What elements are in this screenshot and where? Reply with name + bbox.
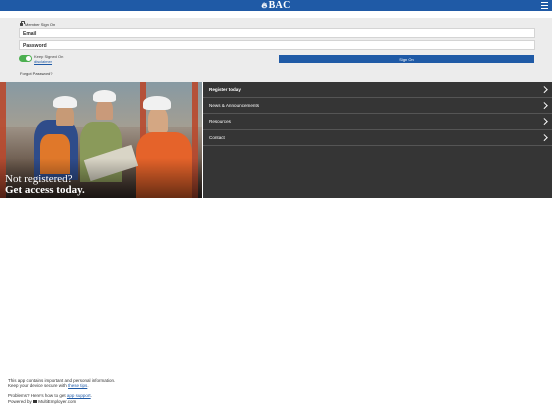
hero-image[interactable]: Not registered? Get access today. [0, 82, 202, 198]
password-placeholder: Password [23, 43, 47, 49]
chevron-right-icon [542, 86, 548, 94]
bac-logo[interactable]: 🔥︎ BAC [261, 0, 290, 11]
logo-text: BAC [268, 0, 291, 11]
hard-hat [53, 96, 77, 108]
footer-text: . [87, 383, 89, 389]
nav-item-label: News & Announcements [209, 103, 260, 108]
footer-text: . [90, 393, 92, 399]
toggle-knob [25, 55, 32, 62]
sign-in-header: Member Sign On [20, 21, 56, 27]
hero-line-2: Get access today. [5, 184, 85, 196]
nav-item-news[interactable]: News & Announcements [203, 98, 552, 114]
sign-on-button[interactable]: Sign On [279, 55, 534, 63]
nav-item-register[interactable]: Register today [203, 82, 552, 98]
powered-by-brand[interactable]: MultiEmployer.com [38, 399, 76, 404]
powered-by: Powered by MultiEmployer.com [8, 399, 115, 404]
hard-hat [93, 90, 116, 102]
nav-item-label: Register today [209, 87, 241, 92]
nav-item-contact[interactable]: Contact [203, 130, 552, 146]
disclaimer-link[interactable]: disclaimer [34, 59, 63, 65]
nav-item-resources[interactable]: Resources [203, 114, 552, 130]
forgot-password-link[interactable]: Forgot Password? [20, 71, 52, 76]
multiemployer-icon [33, 399, 38, 404]
hamburger-menu-button[interactable] [541, 2, 548, 9]
password-field[interactable]: Password [19, 40, 535, 50]
lock-icon [20, 21, 25, 26]
hamburger-icon-line [541, 4, 548, 7]
keep-signed-on-toggle[interactable] [19, 55, 32, 62]
footer-text: Keep your device secure with [8, 383, 67, 389]
email-placeholder: Email [23, 31, 37, 37]
nav-item-label: Resources [209, 119, 231, 124]
chevron-right-icon [542, 102, 548, 110]
email-field[interactable]: Email [19, 28, 535, 38]
nav-item-label: Contact [209, 135, 225, 140]
footer: This app contains important and personal… [8, 378, 115, 404]
chevron-right-icon [542, 134, 548, 142]
torch-icon: 🔥︎ [261, 0, 268, 10]
sign-in-panel: Member Sign On Email Password Keep Signe… [0, 18, 552, 82]
sign-in-title: Member Sign On [25, 22, 56, 27]
hero-caption: Not registered? Get access today. [5, 174, 85, 196]
hamburger-icon-line [541, 7, 548, 9]
hard-hat [143, 96, 171, 110]
keep-signed-on: Keep Signed On disclaimer [34, 54, 63, 65]
security-tips-link[interactable]: these tips [68, 383, 87, 388]
nav-panel: Register today News & Announcements Reso… [203, 82, 552, 198]
top-bar: 🔥︎ BAC [0, 0, 552, 11]
hamburger-icon [541, 2, 548, 4]
chevron-right-icon [542, 118, 548, 126]
powered-by-label: Powered by [8, 398, 32, 404]
